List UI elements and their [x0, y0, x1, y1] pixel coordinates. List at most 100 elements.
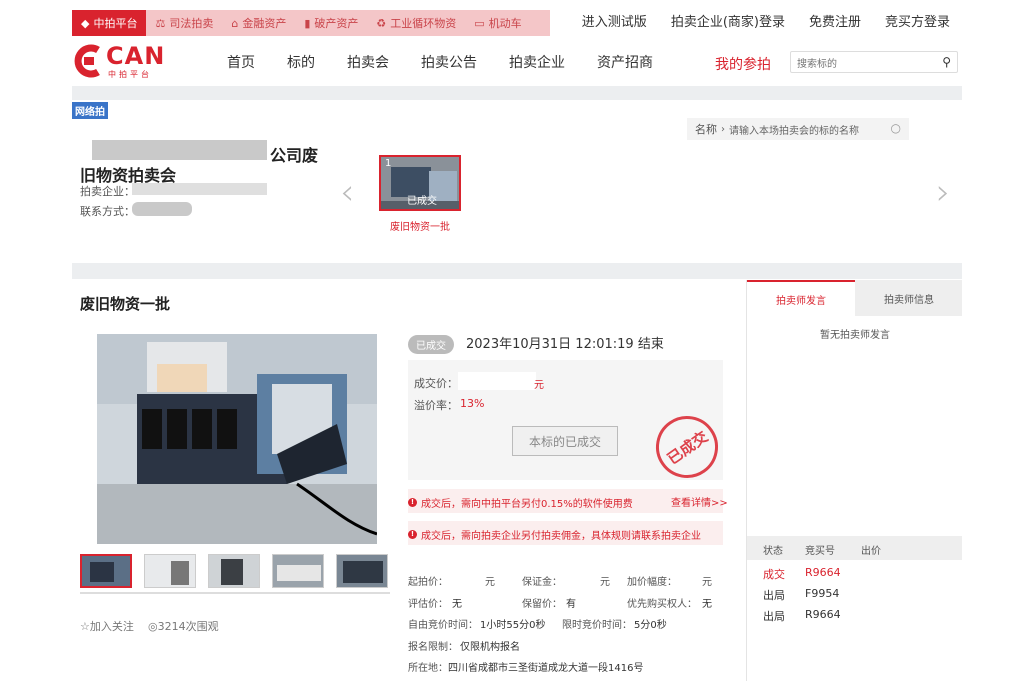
priority-label: 优先购买权人：	[627, 599, 697, 610]
divider-band	[72, 263, 962, 279]
deal-price-redacted	[458, 372, 536, 390]
signup-limit-value: 仅限机构报名	[460, 642, 520, 653]
bid-row: 成交 R9664	[747, 566, 962, 586]
redacted-contact	[132, 202, 192, 216]
top-bar: ◆ 中拍平台 ⚖ 司法拍卖 ⌂ 金融资产 ▮ 破产资产 ♻ 工业循环物资 ▭ 机…	[72, 10, 962, 36]
price-box: 成交价： 元 溢价率： 13% 本标的已成交 已成交	[408, 360, 731, 491]
nav-auctions[interactable]: 拍卖会	[347, 52, 389, 72]
search-box: ⚲	[790, 51, 958, 75]
category-tab-industrial[interactable]: ♻ 工业循环物资	[367, 10, 466, 36]
increment-label: 加价幅度：	[627, 577, 677, 588]
lot-name-search-label: 名称	[695, 123, 717, 136]
header: CAN 中拍平台 首页 标的 拍卖会 拍卖公告 拍卖企业 资产招商 我的参拍 ⚲	[72, 40, 962, 84]
nav-lots[interactable]: 标的	[287, 52, 315, 72]
tab-auctioneer-info[interactable]: 拍卖师信息	[855, 280, 962, 316]
bid-col-price: 出价	[861, 546, 881, 557]
end-time: 2023年10月31日 12:01:19 结束	[466, 337, 664, 352]
logo-subtitle: 中拍平台	[108, 70, 152, 79]
nav-announcements[interactable]: 拍卖公告	[421, 52, 477, 72]
premium-rate-value: 13%	[460, 397, 485, 410]
gavel-icon: ⚖	[155, 16, 166, 30]
reserve-value: 有	[566, 599, 576, 610]
valuation-value: 无	[452, 599, 462, 610]
deal-status-button[interactable]: 本标的已成交	[512, 426, 618, 456]
notice-commission: ! 成交后，需向拍卖企业另付拍卖佣金，具体规则请联系拍卖企业	[408, 527, 701, 542]
category-tab-bankruptcy[interactable]: ▮ 破产资产	[295, 10, 368, 36]
start-price-unit: 元	[485, 577, 495, 588]
bid-row: 出局 R9664	[747, 608, 962, 628]
category-tab-vehicle[interactable]: ▭ 机动车	[465, 10, 550, 36]
main-nav: 首页 标的 拍卖会 拍卖公告 拍卖企业 资产招商	[227, 52, 685, 72]
redacted-block	[92, 140, 267, 160]
register-link[interactable]: 免费注册	[809, 10, 861, 36]
merchant-login-link[interactable]: 拍卖企业(商家)登录	[671, 10, 785, 36]
free-bid-time-label: 自由竞价时间：	[408, 620, 478, 631]
carousel-prev-arrow[interactable]: ‹	[340, 172, 354, 213]
thumbnail-scrollbar[interactable]	[80, 592, 390, 594]
auctioneer-panel: 拍卖师发言 拍卖师信息 暂无拍卖师发言 状态 竞买号 出价 成交 R9664 出…	[746, 280, 962, 681]
test-version-link[interactable]: 进入测试版	[582, 10, 647, 36]
top-links: 进入测试版 拍卖企业(商家)登录 免费注册 竞买方登录	[582, 10, 950, 36]
tab-auctioneer-speech[interactable]: 拍卖师发言	[747, 280, 855, 316]
auctioneer-tabs: 拍卖师发言 拍卖师信息	[747, 280, 962, 316]
company-label: 拍卖企业：	[80, 185, 135, 198]
category-tab-platform[interactable]: ◆ 中拍平台	[72, 10, 147, 36]
bid-status: 成交	[763, 568, 785, 581]
bid-row: 出局 F9954	[747, 587, 962, 607]
deposit-label: 保证金：	[522, 577, 562, 588]
signup-limit-label: 报名限制：	[408, 642, 458, 653]
view-count-label: 3214次围观	[157, 620, 219, 633]
search-input[interactable]	[791, 54, 931, 75]
location-value: 四川省成都市三圣街道成龙大道一段1416号	[448, 663, 644, 674]
view-details-link[interactable]: 查看详情>>	[671, 494, 728, 509]
category-tab-label: 中拍平台	[93, 17, 138, 30]
photo-thumbnail[interactable]	[80, 554, 132, 588]
lot-thumbnail[interactable]: 1 已成交	[379, 155, 461, 211]
lot-name-search-placeholder: 请输入本场拍卖会的标的名称	[729, 125, 859, 137]
recycle-icon: ♻	[376, 16, 387, 30]
bid-number: R9664	[805, 608, 841, 621]
bid-col-number: 竞买号	[805, 546, 835, 557]
logo-mark-icon	[74, 44, 100, 78]
logo[interactable]: CAN 中拍平台	[72, 42, 168, 82]
category-tab-label: 金融资产	[242, 17, 287, 30]
nav-companies[interactable]: 拍卖企业	[509, 52, 565, 72]
nav-home[interactable]: 首页	[227, 52, 255, 72]
bid-number: R9664	[805, 566, 841, 579]
thumbnail-image	[209, 555, 259, 587]
divider-band	[72, 86, 962, 100]
category-tab-label: 机动车	[488, 17, 522, 30]
bidder-login-link[interactable]: 竞买方登录	[885, 10, 950, 36]
bank-icon: ⌂	[231, 16, 239, 30]
search-icon[interactable]: ⚲	[942, 55, 951, 69]
start-price-label: 起拍价：	[408, 577, 448, 588]
category-tab-finance[interactable]: ⌂ 金融资产	[222, 10, 296, 36]
reserve-label: 保留价：	[522, 599, 562, 610]
priority-value: 无	[702, 599, 712, 610]
nav-asset-investment[interactable]: 资产招商	[597, 52, 653, 72]
car-icon: ▭	[474, 16, 485, 30]
carousel-next-arrow[interactable]: ›	[936, 172, 950, 213]
notice-text: 成交后，需向中拍平台另付0.15%的软件使用费	[421, 499, 633, 510]
lot-name-search[interactable]: 名称 › 请输入本场拍卖会的标的名称 ○	[687, 118, 909, 140]
photo-thumbnail[interactable]	[272, 554, 324, 588]
valuation-label: 评估价：	[408, 599, 448, 610]
photo-thumbnail[interactable]	[144, 554, 196, 588]
star-icon: ☆	[80, 620, 90, 633]
follow-button[interactable]: ☆加入关注	[80, 618, 134, 634]
lot-title: 废旧物资一批	[80, 295, 171, 313]
limited-bid-time-value: 5分0秒	[634, 620, 667, 631]
chevron-right-icon: ›	[721, 123, 725, 135]
photo-thumbnail[interactable]	[336, 554, 388, 588]
thumbnail-image	[337, 555, 387, 587]
status-badge: 已成交	[408, 335, 454, 354]
category-tab-judicial[interactable]: ⚖ 司法拍卖	[146, 10, 223, 36]
lot-thumbnail-caption[interactable]: 废旧物资一批	[390, 218, 450, 233]
my-bids-link[interactable]: 我的参拍	[715, 54, 771, 74]
search-icon[interactable]: ○	[891, 121, 901, 135]
info-icon: !	[408, 530, 417, 539]
thumbnail-image	[145, 555, 195, 587]
thumbnail-image	[82, 556, 130, 586]
lot-main-photo[interactable]	[97, 334, 377, 544]
photo-thumbnail[interactable]	[208, 554, 260, 588]
